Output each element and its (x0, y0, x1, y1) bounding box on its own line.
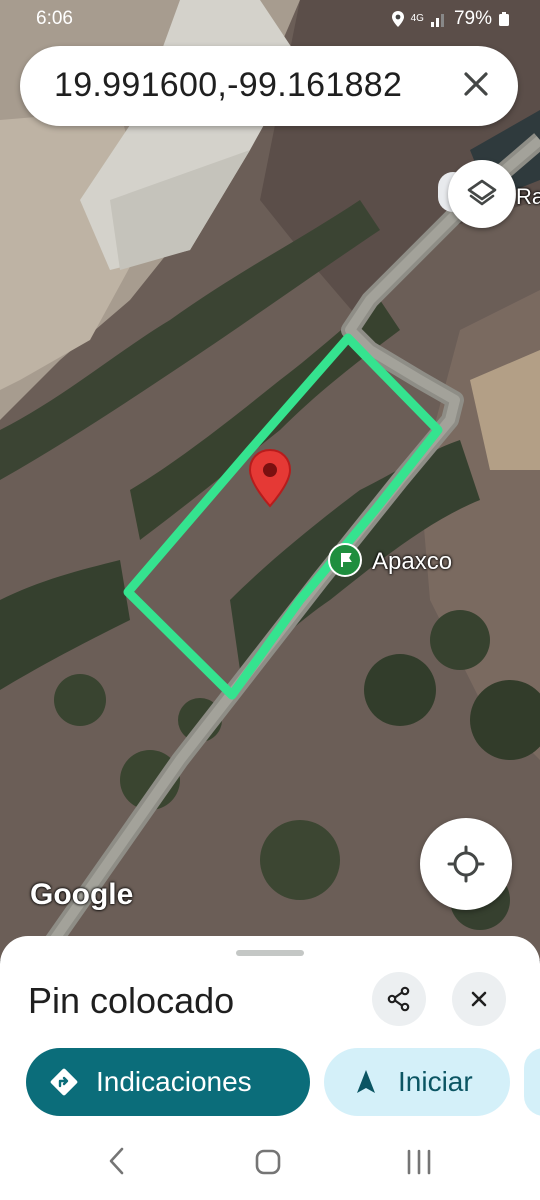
back-icon[interactable] (106, 1146, 128, 1176)
directions-label: Indicaciones (96, 1066, 252, 1097)
home-icon[interactable] (254, 1148, 282, 1176)
share-button[interactable] (372, 972, 426, 1026)
map-pin-icon[interactable] (248, 448, 292, 510)
navigation-arrow-icon (357, 1070, 375, 1093)
poi-label[interactable]: Apaxco (372, 548, 452, 576)
layers-button[interactable] (448, 160, 516, 228)
status-icons: 4G 79% (391, 8, 510, 30)
battery-percent: 79% (453, 8, 492, 29)
directions-icon (50, 1068, 78, 1096)
search-bar[interactable]: 19.991600,-99.161882 (20, 46, 518, 126)
directions-button[interactable]: Indicaciones (26, 1048, 310, 1116)
search-query[interactable]: 19.991600,-99.161882 (54, 66, 402, 105)
layers-icon (467, 179, 497, 206)
poi-marker[interactable] (328, 543, 362, 577)
place-label-top-right[interactable]: Ra (516, 184, 540, 210)
sheet-drag-handle[interactable] (236, 950, 304, 956)
close-sheet-button[interactable] (452, 972, 506, 1026)
battery-icon (499, 12, 509, 26)
status-bar: 6:06 4G 79% (0, 0, 540, 36)
start-button[interactable]: Iniciar (324, 1048, 510, 1116)
google-attribution: Google (30, 878, 134, 911)
location-icon (391, 11, 404, 27)
system-navigation-bar (0, 1128, 540, 1200)
recent-apps-icon[interactable] (404, 1148, 434, 1176)
start-label: Iniciar (398, 1066, 473, 1097)
sheet-title: Pin colocado (28, 980, 235, 1021)
more-actions-chip[interactable] (524, 1048, 540, 1116)
poi-icon (341, 553, 352, 567)
signal-icon (430, 14, 444, 27)
close-icon (471, 991, 487, 1007)
map-view[interactable]: 6:06 4G 79% 19.991600,-99.161882 Ra Apax… (0, 0, 540, 960)
my-location-button[interactable] (420, 818, 512, 910)
status-time: 6:06 (36, 8, 73, 29)
share-icon (387, 986, 410, 1012)
close-icon[interactable] (460, 68, 492, 100)
my-location-icon (447, 845, 485, 883)
network-type: 4G (410, 13, 424, 24)
